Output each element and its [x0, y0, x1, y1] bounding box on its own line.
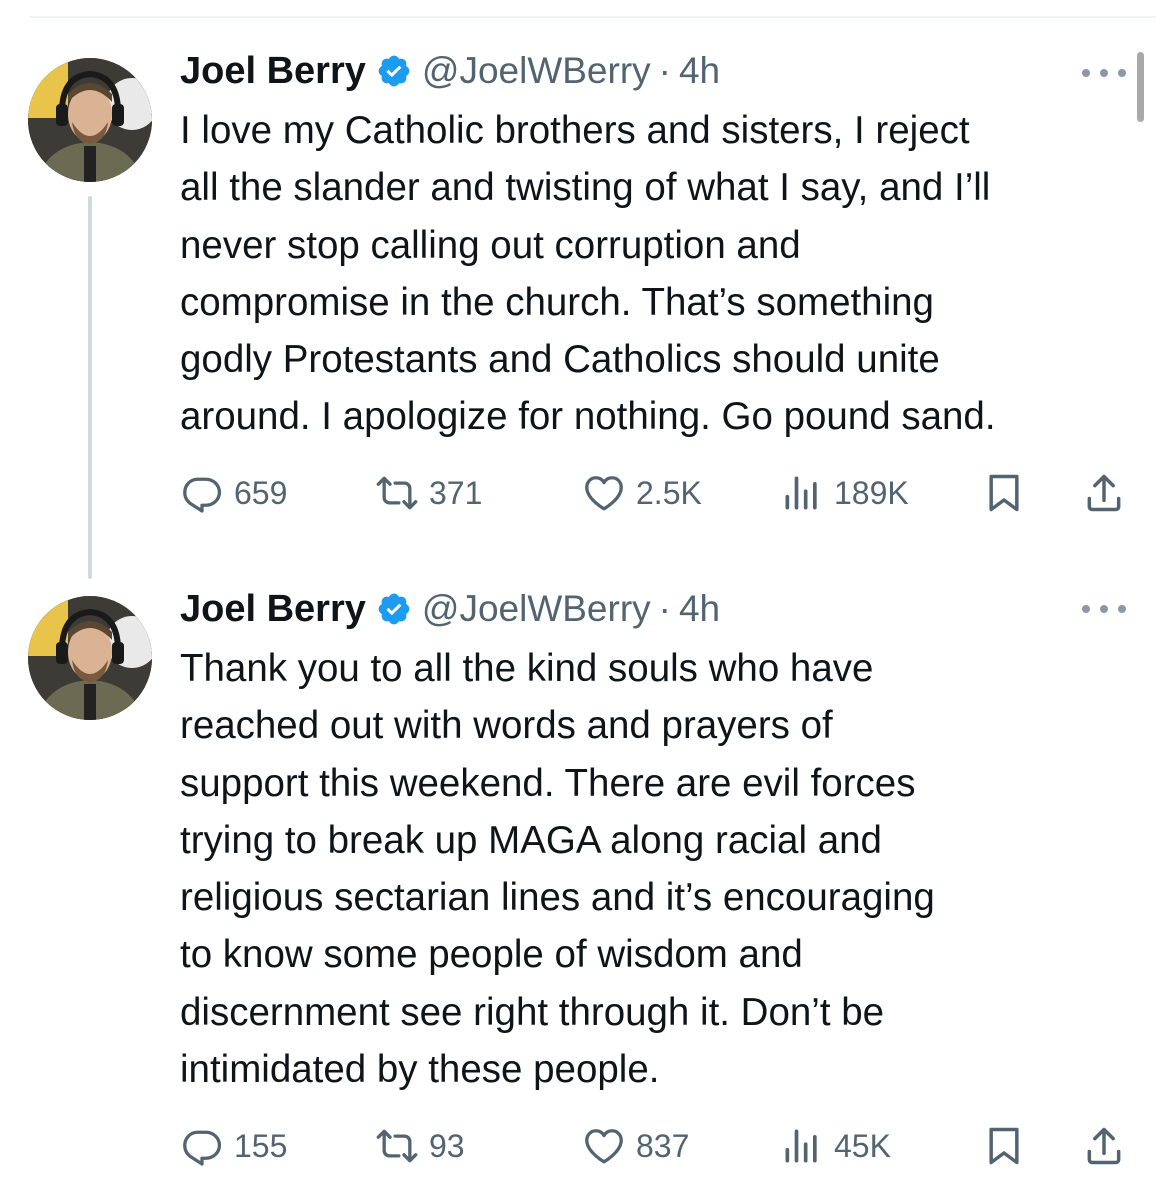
reply-count: 659	[234, 474, 288, 511]
author-name[interactable]: Joel Berry	[180, 50, 366, 93]
timestamp[interactable]: 4h	[679, 588, 720, 630]
heart-icon	[585, 1129, 623, 1164]
author-handle[interactable]: @JoelWBerry	[422, 588, 651, 630]
repost-count: 93	[429, 1127, 465, 1164]
repost-count: 371	[429, 474, 483, 511]
tweet-text: Thank you to all the kind souls who have…	[180, 647, 935, 1092]
avatar[interactable]	[28, 58, 152, 182]
share-button[interactable]	[1082, 468, 1126, 518]
repost-button[interactable]: 371	[375, 468, 482, 518]
share-button[interactable]	[1082, 1121, 1126, 1171]
like-button[interactable]: 2.5K	[582, 468, 702, 518]
reply-count: 155	[234, 1127, 288, 1164]
repost-button[interactable]: 93	[375, 1121, 465, 1171]
more-options-icon[interactable]	[1082, 66, 1126, 80]
views-icon	[785, 476, 817, 510]
like-count: 837	[636, 1127, 690, 1164]
separator-dot: ·	[658, 50, 671, 91]
tweet-header: Joel Berry @JoelWBerry · 4h	[180, 48, 720, 94]
views-icon	[785, 1129, 817, 1163]
views-button[interactable]: 45K	[780, 1121, 891, 1171]
share-icon	[1087, 1127, 1121, 1165]
verified-badge-icon	[376, 591, 412, 627]
repost-icon	[376, 476, 418, 510]
bookmark-button[interactable]	[982, 468, 1026, 518]
avatar-image	[28, 58, 152, 182]
bookmark-button[interactable]	[982, 1121, 1026, 1171]
view-count: 45K	[834, 1127, 891, 1164]
view-count: 189K	[834, 474, 909, 511]
reply-button[interactable]: 155	[180, 1121, 287, 1171]
timestamp[interactable]: 4h	[679, 50, 720, 92]
top-divider	[30, 16, 1156, 18]
scrollbar[interactable]	[1137, 52, 1144, 122]
avatar-image	[28, 596, 152, 720]
tweet-actions: 659 371 2.5K 189K	[180, 468, 1130, 518]
reply-icon	[183, 1130, 222, 1166]
heart-icon	[585, 476, 623, 511]
avatar[interactable]	[28, 596, 152, 720]
bookmark-icon	[989, 1127, 1019, 1165]
like-button[interactable]: 837	[582, 1121, 689, 1171]
author-handle[interactable]: @JoelWBerry	[422, 50, 651, 92]
author-name[interactable]: Joel Berry	[180, 588, 366, 631]
tweet-header: Joel Berry @JoelWBerry · 4h	[180, 586, 720, 632]
reply-button[interactable]: 659	[180, 468, 287, 518]
separator-dot: ·	[658, 588, 671, 629]
share-icon	[1087, 474, 1121, 512]
tweet-text: I love my Catholic brothers and sisters,…	[180, 109, 996, 439]
verified-badge-icon	[376, 53, 412, 89]
repost-icon	[376, 1129, 418, 1163]
tweet-actions: 155 93 837 45K	[180, 1121, 1130, 1171]
bookmark-icon	[989, 474, 1019, 512]
views-button[interactable]: 189K	[780, 468, 909, 518]
thread-connector-line	[88, 196, 92, 579]
more-options-icon[interactable]	[1082, 602, 1126, 616]
reply-icon	[183, 477, 222, 513]
like-count: 2.5K	[636, 474, 702, 511]
